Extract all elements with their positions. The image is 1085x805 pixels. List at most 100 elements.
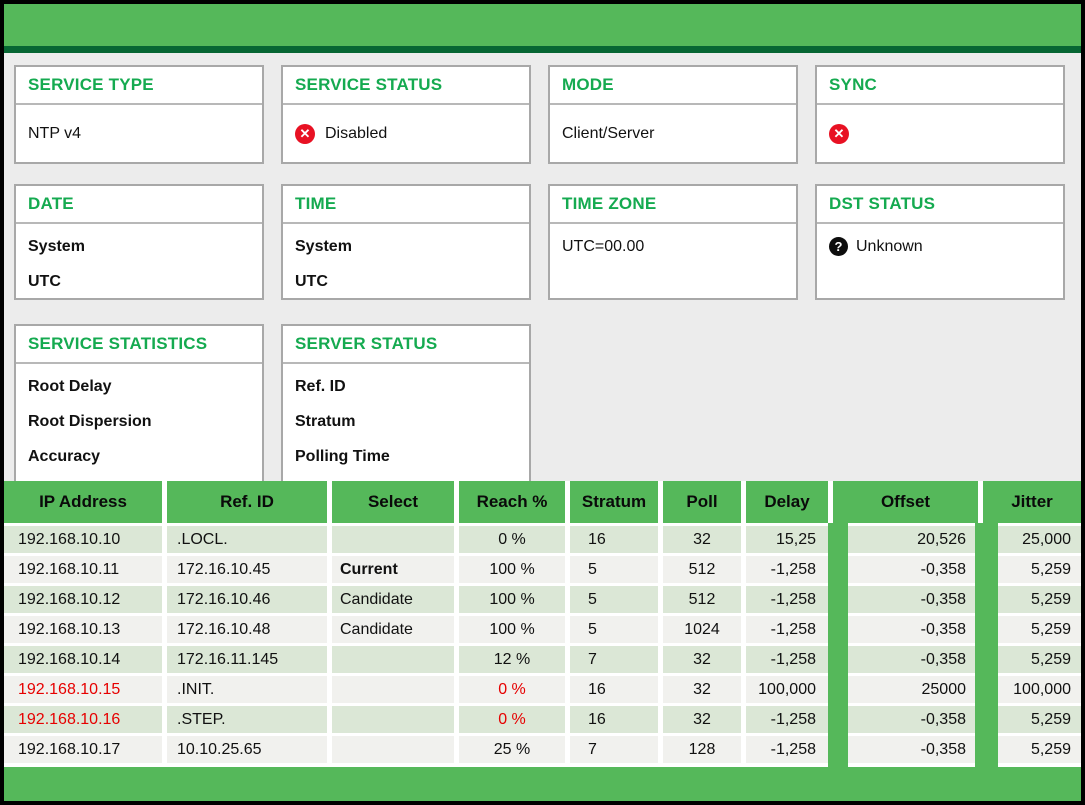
table-cell: 192.168.10.17 xyxy=(4,736,162,763)
column-header: Delay xyxy=(746,481,828,523)
table-cell: 16 xyxy=(570,526,658,553)
table-row: 192.168.10.13172.16.10.48Candidate100 %5… xyxy=(4,616,1081,643)
table-cell: -1,258 xyxy=(746,646,828,673)
top-banner xyxy=(4,4,1081,46)
table-cell: 32 xyxy=(663,676,741,703)
table-cell: 172.16.11.145 xyxy=(167,646,327,673)
table-row: 192.168.10.15.INIT.0 %1632100,0002500010… xyxy=(4,676,1081,703)
table-row: 192.168.10.14172.16.11.14512 %732-1,258-… xyxy=(4,646,1081,673)
card-title: TIME ZONE xyxy=(550,186,796,224)
table-cell xyxy=(332,526,454,553)
table-cell: 32 xyxy=(663,706,741,733)
date-line: System xyxy=(28,229,250,264)
table-cell: -0,358 xyxy=(833,556,978,583)
service-type-value: NTP v4 xyxy=(28,125,81,143)
table-cell: 192.168.10.10 xyxy=(4,526,162,553)
statistic-line: Accuracy xyxy=(28,439,250,474)
table-cell: -0,358 xyxy=(833,646,978,673)
table-cell: 172.16.10.45 xyxy=(167,556,327,583)
table-cell: 100 % xyxy=(459,556,565,583)
card-service-status: SERVICE STATUS ✕ Disabled xyxy=(281,65,531,164)
clipped-cards-row: SERVICE STATISTICS Root Delay Root Dispe… xyxy=(14,324,1065,481)
bottom-banner xyxy=(4,767,1081,801)
table-cell: 5 xyxy=(570,616,658,643)
server-status-line: Ref. ID xyxy=(295,369,517,404)
card-title: SERVICE TYPE xyxy=(16,67,262,105)
card-server-status: SERVER STATUS Ref. ID Stratum Polling Ti… xyxy=(281,324,531,481)
column-divider xyxy=(975,523,998,767)
card-time-zone: TIME ZONE UTC=00.00 xyxy=(548,184,798,300)
card-time: TIME System UTC xyxy=(281,184,531,300)
table-cell xyxy=(332,676,454,703)
column-header: Offset xyxy=(833,481,978,523)
table-row: 192.168.10.10.LOCL.0 %163215,2520,52625,… xyxy=(4,526,1081,553)
ntp-servers-table: IP AddressRef. IDSelectReach %StratumPol… xyxy=(4,481,1081,767)
table-cell: 172.16.10.46 xyxy=(167,586,327,613)
table-cell: 12 % xyxy=(459,646,565,673)
column-header: Stratum xyxy=(570,481,658,523)
table-cell: 25 % xyxy=(459,736,565,763)
card-mode: MODE Client/Server xyxy=(548,65,798,164)
column-header: Select xyxy=(332,481,454,523)
table-cell: -1,258 xyxy=(746,736,828,763)
table-cell xyxy=(332,736,454,763)
table-cell xyxy=(332,646,454,673)
table-cell: Candidate xyxy=(332,586,454,613)
table-cell: -0,358 xyxy=(833,706,978,733)
card-title: SERVICE STATISTICS xyxy=(16,326,262,364)
server-status-line: Stratum xyxy=(295,404,517,439)
dst-status-value: Unknown xyxy=(856,229,923,264)
table-cell: .STEP. xyxy=(167,706,327,733)
card-title: MODE xyxy=(550,67,796,105)
table-cell: 32 xyxy=(663,526,741,553)
table-cell: 25000 xyxy=(833,676,978,703)
date-line: UTC xyxy=(28,264,250,299)
table-row: 192.168.10.12172.16.10.46Candidate100 %5… xyxy=(4,586,1081,613)
card-title: DST STATUS xyxy=(817,186,1063,224)
table-cell: Current xyxy=(332,556,454,583)
error-icon: ✕ xyxy=(295,124,315,144)
table-row: 192.168.10.16.STEP.0 %1632-1,258-0,3585,… xyxy=(4,706,1081,733)
status-cards: SERVICE TYPE NTP v4 SERVICE STATUS ✕ Dis… xyxy=(4,53,1081,481)
table-cell xyxy=(332,706,454,733)
table-cell: -0,358 xyxy=(833,736,978,763)
table-cell: 192.168.10.16 xyxy=(4,706,162,733)
table-cell: 20,526 xyxy=(833,526,978,553)
card-title: DATE xyxy=(16,186,262,224)
card-service-type: SERVICE TYPE NTP v4 xyxy=(14,65,264,164)
table-cell: 7 xyxy=(570,736,658,763)
table-cell: -0,358 xyxy=(833,616,978,643)
table-cell: 0 % xyxy=(459,526,565,553)
table-cell: 192.168.10.11 xyxy=(4,556,162,583)
table-cell: 5 xyxy=(570,586,658,613)
error-icon: ✕ xyxy=(829,124,849,144)
card-dst-status: DST STATUS ? Unknown xyxy=(815,184,1065,300)
statistic-line: Root Delay xyxy=(28,369,250,404)
table-cell: 512 xyxy=(663,586,741,613)
mode-value: Client/Server xyxy=(562,125,654,143)
card-title: SYNC xyxy=(817,67,1063,105)
table-cell: Candidate xyxy=(332,616,454,643)
card-service-statistics: SERVICE STATISTICS Root Delay Root Dispe… xyxy=(14,324,264,481)
table-cell: -0,358 xyxy=(833,586,978,613)
table-cell: 100 % xyxy=(459,586,565,613)
table-cell: 192.168.10.12 xyxy=(4,586,162,613)
table-cell: 100,000 xyxy=(746,676,828,703)
table-cell: 16 xyxy=(570,706,658,733)
table-cell: -1,258 xyxy=(746,556,828,583)
column-header: Reach % xyxy=(459,481,565,523)
column-header: Poll xyxy=(663,481,741,523)
card-title: SERVER STATUS xyxy=(283,326,529,364)
table-row: 192.168.10.11172.16.10.45Current100 %551… xyxy=(4,556,1081,583)
table-cell: .INIT. xyxy=(167,676,327,703)
time-zone-value: UTC=00.00 xyxy=(562,229,784,264)
table-cell: 1024 xyxy=(663,616,741,643)
table-cell: -1,258 xyxy=(746,586,828,613)
table-cell: 10.10.25.65 xyxy=(167,736,327,763)
top-banner-accent xyxy=(4,46,1081,53)
table-cell: 172.16.10.48 xyxy=(167,616,327,643)
table-cell: 32 xyxy=(663,646,741,673)
table-cell: 192.168.10.14 xyxy=(4,646,162,673)
table-cell: 192.168.10.15 xyxy=(4,676,162,703)
table-cell: 16 xyxy=(570,676,658,703)
